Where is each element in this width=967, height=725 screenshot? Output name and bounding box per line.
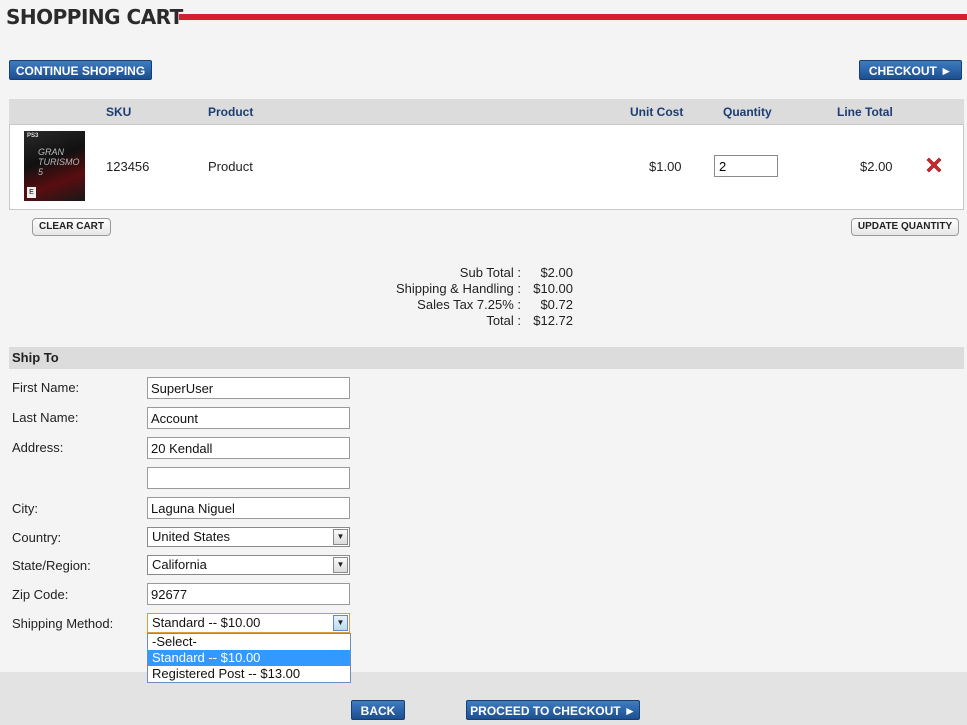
page-title: SHOPPING CART	[6, 5, 183, 29]
order-totals: Sub Total : $2.00 Shipping & Handling : $1…	[396, 265, 573, 329]
country-label: Country:	[12, 530, 62, 545]
cart-table-header: SKU Product Unit Cost Quantity Line Tota…	[9, 99, 964, 124]
city-label: City:	[12, 501, 38, 516]
shipping-method-select[interactable]: Standard -- $10.00 ▼	[147, 613, 350, 633]
first-name-field[interactable]	[147, 377, 350, 399]
column-line-total: Line Total	[837, 105, 893, 119]
shipping-method-value: Standard -- $10.00	[152, 615, 261, 630]
cell-product[interactable]: Product	[208, 159, 253, 174]
zip-label: Zip Code:	[12, 587, 69, 602]
state-label: State/Region:	[12, 558, 91, 573]
address-line1-field[interactable]	[147, 437, 350, 459]
address-label: Address:	[12, 440, 64, 455]
continue-shopping-button[interactable]: CONTINUE SHOPPING	[9, 60, 152, 80]
column-sku: SKU	[106, 105, 132, 119]
cell-line-total: $2.00	[860, 159, 893, 174]
cell-sku: 123456	[106, 159, 150, 174]
back-button[interactable]: BACK	[351, 700, 405, 720]
update-quantity-button[interactable]: UPDATE QUANTITY	[851, 218, 959, 236]
checkout-button[interactable]: CHECKOUT ►	[859, 60, 962, 80]
chevron-down-icon[interactable]: ▼	[333, 557, 348, 573]
tax-value: $0.72	[540, 297, 573, 312]
proceed-to-checkout-button[interactable]: PROCEED TO CHECKOUT ►	[466, 700, 640, 720]
chevron-down-icon[interactable]: ▼	[333, 615, 348, 631]
first-name-label: First Name:	[12, 380, 80, 395]
column-unit-cost: Unit Cost	[630, 105, 684, 119]
thumbnail-platform: PS3	[27, 133, 39, 139]
last-name-field[interactable]	[147, 407, 350, 429]
title-rule	[179, 14, 967, 20]
shipping-label: Shipping & Handling :	[395, 281, 521, 296]
dropdown-option[interactable]: -Select-	[148, 634, 350, 650]
state-select-value: California	[152, 557, 207, 572]
table-row: PS3 GRAN TURISMO 5 E 123456 Product $1.0…	[9, 124, 964, 210]
city-field[interactable]	[147, 497, 350, 519]
thumbnail-rating: E	[27, 187, 36, 198]
zip-field[interactable]	[147, 583, 350, 605]
cell-unit-cost: $1.00	[649, 159, 682, 174]
total-value: $12.72	[533, 313, 573, 328]
last-name-label: Last Name:	[12, 410, 79, 425]
ship-to-heading: Ship To	[9, 347, 964, 369]
address-line2-field[interactable]	[147, 467, 350, 489]
subtotal-value: $2.00	[540, 265, 573, 280]
shipping-method-label: Shipping Method:	[12, 616, 114, 631]
chevron-down-icon[interactable]: ▼	[333, 529, 348, 545]
country-select[interactable]: United States ▼	[147, 527, 350, 547]
state-select[interactable]: California ▼	[147, 555, 350, 575]
tax-label: Sales Tax 7.25% :	[417, 297, 521, 312]
remove-item-icon[interactable]	[924, 155, 944, 175]
dropdown-option-selected[interactable]: Standard -- $10.00	[148, 650, 350, 666]
shipping-method-dropdown[interactable]: -Select- Standard -- $10.00 Registered P…	[147, 633, 351, 683]
column-product: Product	[208, 105, 254, 119]
thumbnail-title: GRAN TURISMO 5	[38, 147, 80, 177]
dropdown-option[interactable]: Registered Post -- $13.00	[148, 666, 350, 682]
column-quantity: Quantity	[723, 105, 772, 119]
product-thumbnail[interactable]: PS3 GRAN TURISMO 5 E	[24, 131, 85, 201]
clear-cart-button[interactable]: CLEAR CART	[32, 218, 111, 236]
total-label: Total :	[486, 313, 521, 328]
shipping-value: $10.00	[533, 281, 573, 296]
quantity-input[interactable]	[714, 155, 778, 177]
country-select-value: United States	[152, 529, 231, 544]
subtotal-label: Sub Total :	[459, 265, 521, 280]
